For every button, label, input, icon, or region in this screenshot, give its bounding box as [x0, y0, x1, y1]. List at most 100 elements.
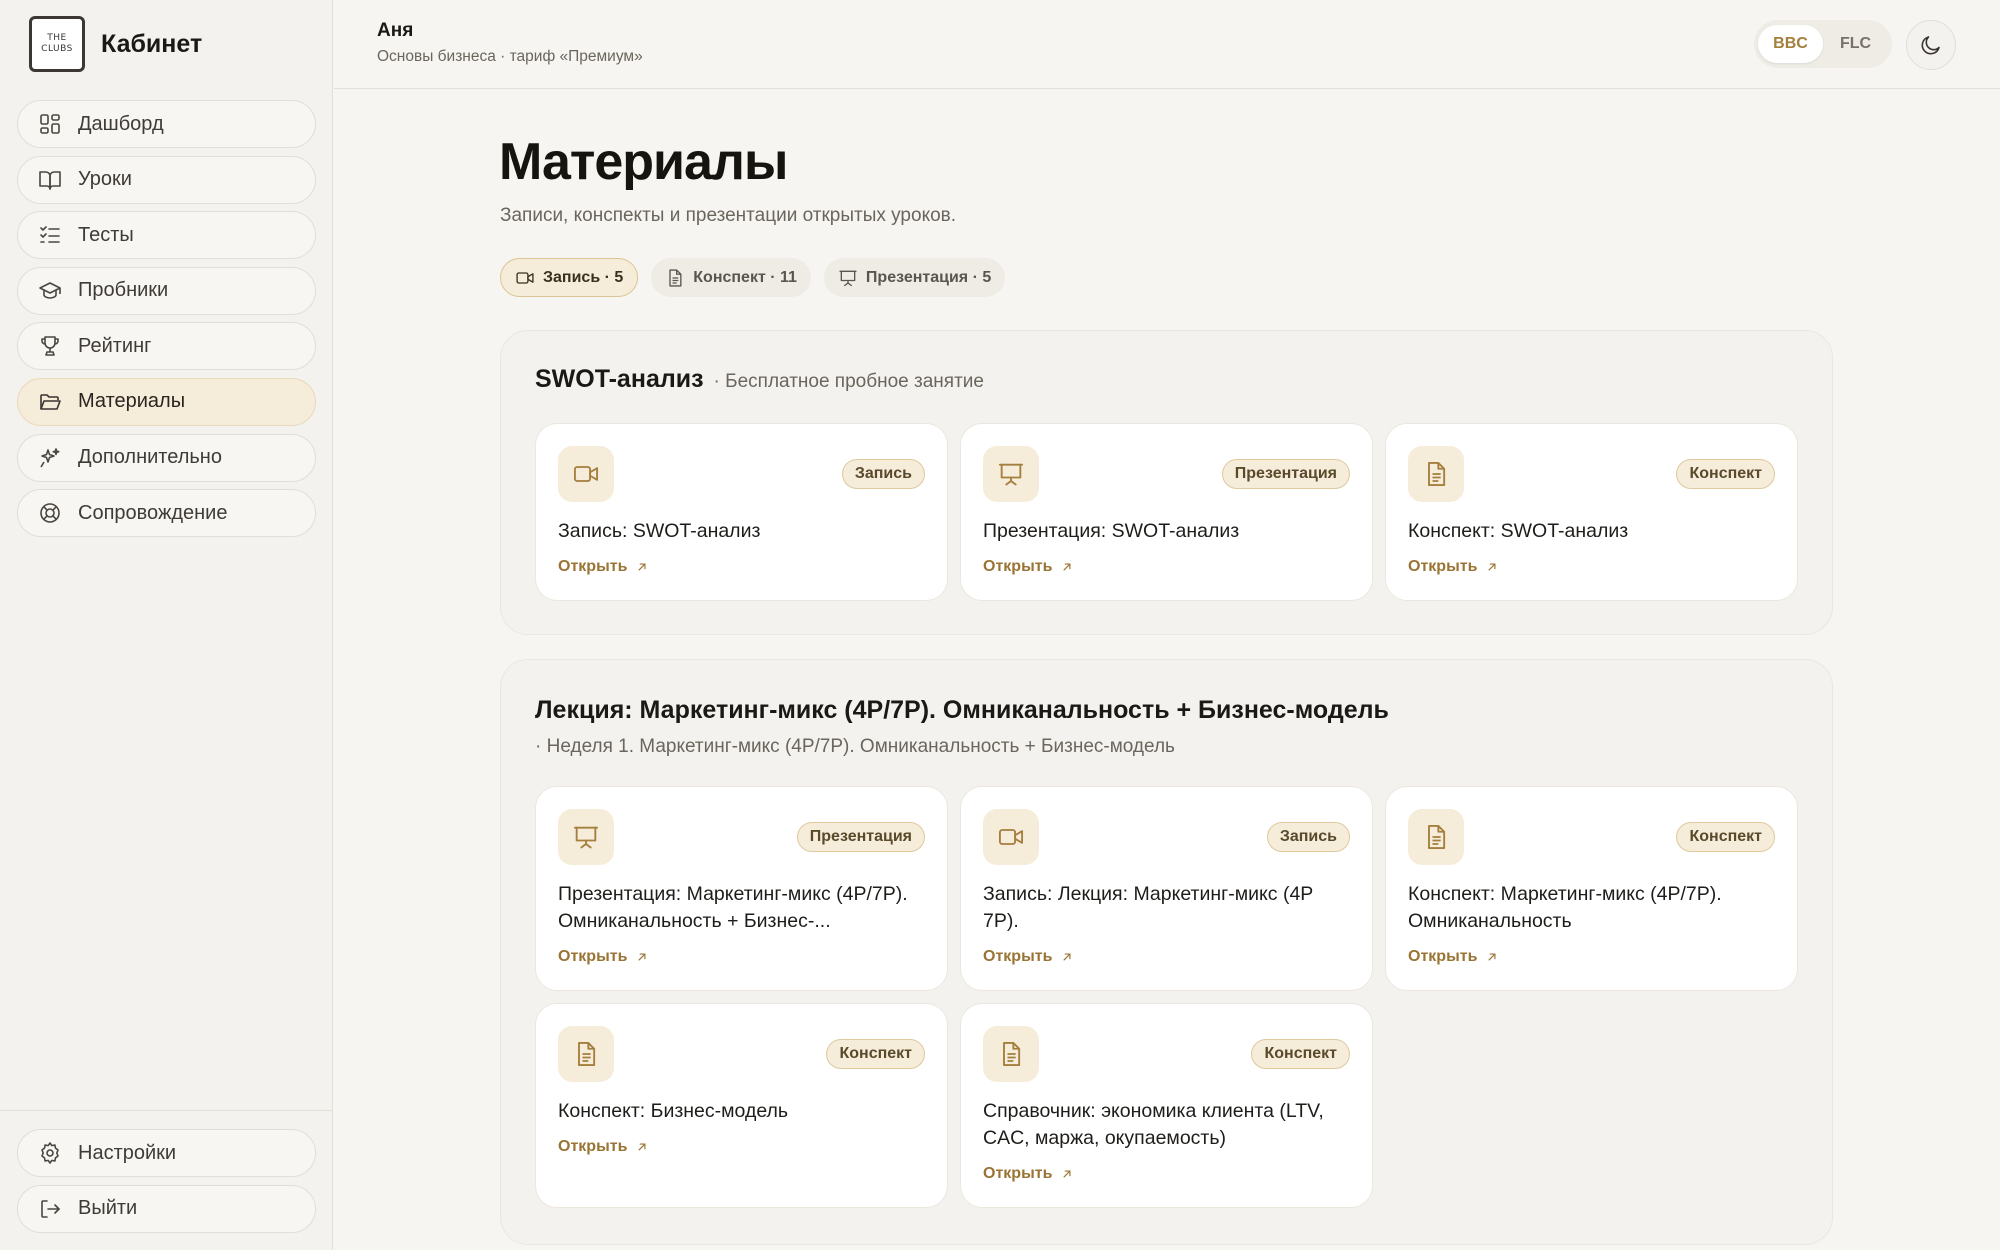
type-badge: Запись [841, 459, 925, 489]
external-arrow-icon [1485, 560, 1499, 574]
brand-title: Кабинет [101, 29, 203, 58]
card-title: Запись: Лекция: Маркетинг-микс (4P 7P). [983, 883, 1313, 932]
document-icon [983, 1026, 1039, 1082]
sidebar-item-label: Уроки [78, 168, 132, 191]
section-title: Лекция: Маркетинг-микс (4P/7P). Омникана… [535, 696, 1389, 724]
materials-section: Лекция: Маркетинг-микс (4P/7P). Омникана… [500, 659, 1833, 1245]
card-title: Конспект: SWOT-анализ [1408, 520, 1629, 542]
filter-chip-label: Презентация · 5 [865, 268, 992, 286]
sidebar-item-materials[interactable]: Материалы [17, 377, 316, 426]
page-title: Материалы [499, 133, 788, 191]
sidebar-item-label: Пробники [78, 279, 169, 302]
sidebar-item-rating[interactable]: Рейтинг [17, 322, 316, 371]
logo: THE CLUBS [29, 16, 85, 72]
presentation-icon [838, 268, 858, 288]
external-arrow-icon [1485, 950, 1499, 964]
card-title: Презентация: Маркетинг-микс (4P/7P). Омн… [558, 883, 908, 932]
video-icon [983, 809, 1039, 865]
graduation-cap-icon [38, 279, 62, 303]
section-title: SWOT-анализ [535, 365, 704, 393]
open-link-label: Открыть [1408, 558, 1478, 575]
sidebar-item-trials[interactable]: Пробники [17, 266, 316, 315]
material-card[interactable]: Конспект Конспект: Бизнес-модель Открыть [535, 1003, 948, 1208]
card-title: Презентация: SWOT-анализ [983, 520, 1240, 542]
open-link[interactable]: Открыть [558, 558, 649, 576]
filter-chip-recording[interactable]: Запись · 5 [500, 258, 639, 297]
material-card[interactable]: Запись Запись: SWOT-анализ Открыть [535, 423, 948, 601]
material-card[interactable]: Конспект Справочник: экономика клиента (… [960, 1003, 1373, 1208]
video-icon [558, 446, 614, 502]
document-icon [1408, 446, 1464, 502]
filter-chip-label: Конспект · 11 [693, 268, 797, 286]
dashboard-icon [38, 112, 62, 136]
sidebar-item-lessons[interactable]: Уроки [17, 155, 316, 204]
external-arrow-icon [635, 950, 649, 964]
open-link[interactable]: Открыть [983, 1165, 1074, 1183]
moon-icon [1919, 33, 1943, 57]
settings-label: Настройки [78, 1141, 177, 1164]
material-card[interactable]: Презентация Презентация: SWOT-анализ Отк… [960, 423, 1373, 601]
logout-icon [38, 1197, 62, 1221]
type-badge: Конспект [1251, 1039, 1350, 1069]
open-link[interactable]: Открыть [1408, 558, 1499, 576]
sidebar: THE CLUBS Кабинет Дашборд Уроки Тесты Пр… [0, 0, 333, 1250]
sidebar-item-support[interactable]: Сопровождение [17, 489, 316, 538]
switch-option-bbc[interactable]: BBC [1758, 25, 1823, 63]
open-link-label: Открыть [983, 948, 1053, 965]
materials-section: SWOT-анализ · Бесплатное пробное занятие… [500, 330, 1833, 635]
logo-line1: THE [47, 33, 67, 43]
sidebar-nav: Дашборд Уроки Тесты Пробники Рейтинг Мат… [17, 100, 316, 545]
sidebar-item-dashboard[interactable]: Дашборд [17, 100, 316, 148]
external-arrow-icon [1060, 560, 1074, 574]
open-link[interactable]: Открыть [983, 558, 1074, 576]
filter-chip-label: Запись · 5 [543, 268, 624, 286]
header: Аня Основы бизнеса · тариф «Премиум» BBC… [334, 0, 2000, 89]
sidebar-item-label: Дашборд [78, 112, 164, 135]
type-badge: Презентация [1221, 459, 1350, 489]
section-meta: · Бесплатное пробное занятие [713, 371, 984, 392]
document-icon [558, 1026, 614, 1082]
open-link-label: Открыть [983, 558, 1053, 575]
filter-chip-presentation[interactable]: Презентация · 5 [823, 258, 1006, 297]
theme-toggle-button[interactable] [1906, 20, 1956, 70]
type-badge: Конспект [1676, 822, 1775, 852]
book-icon [38, 168, 62, 192]
sidebar-item-label: Тесты [78, 223, 134, 246]
open-link-label: Открыть [558, 948, 628, 965]
lifebuoy-icon [38, 501, 62, 525]
external-arrow-icon [635, 560, 649, 574]
switch-option-flc[interactable]: FLC [1823, 25, 1888, 63]
material-card[interactable]: Конспект Конспект: Маркетинг-микс (4P/7P… [1385, 786, 1798, 991]
settings-button[interactable]: Настройки [17, 1129, 316, 1177]
presentation-icon [983, 446, 1039, 502]
material-card[interactable]: Презентация Презентация: Маркетинг-микс … [535, 786, 948, 991]
external-arrow-icon [1060, 1167, 1074, 1181]
card-title: Конспект: Бизнес-модель [558, 1100, 789, 1122]
sidebar-bottom: Настройки Выйти [0, 1110, 333, 1240]
open-link[interactable]: Открыть [558, 948, 649, 966]
type-badge: Конспект [826, 1039, 925, 1069]
open-link[interactable]: Открыть [558, 1138, 649, 1156]
presentation-icon [558, 809, 614, 865]
material-card[interactable]: Конспект Конспект: SWOT-анализ Открыть [1385, 423, 1798, 601]
card-title: Запись: SWOT-анализ [558, 520, 761, 542]
user-name: Аня [377, 20, 414, 41]
sidebar-item-tests[interactable]: Тесты [17, 211, 316, 260]
open-link[interactable]: Открыть [983, 948, 1074, 966]
open-link-label: Открыть [983, 1165, 1053, 1182]
section-meta: · Неделя 1. Маркетинг-микс (4P/7P). Омни… [535, 736, 1175, 757]
trophy-icon [38, 334, 62, 358]
filter-chip-notes[interactable]: Конспект · 11 [651, 258, 811, 297]
logout-label: Выйти [78, 1197, 138, 1220]
sidebar-item-extra[interactable]: Дополнительно [17, 433, 316, 482]
material-card[interactable]: Запись Запись: Лекция: Маркетинг-микс (4… [960, 786, 1373, 991]
type-badge: Презентация [796, 822, 925, 852]
sparkles-icon [38, 446, 62, 470]
brand[interactable]: THE CLUBS Кабинет [29, 16, 202, 72]
checklist-icon [38, 223, 62, 247]
logout-button[interactable]: Выйти [17, 1184, 316, 1233]
open-link[interactable]: Открыть [1408, 948, 1499, 966]
page-subtitle: Записи, конспекты и презентации открытых… [500, 205, 957, 226]
open-link-label: Открыть [558, 558, 628, 575]
program-switch: BBC FLC [1754, 20, 1892, 68]
